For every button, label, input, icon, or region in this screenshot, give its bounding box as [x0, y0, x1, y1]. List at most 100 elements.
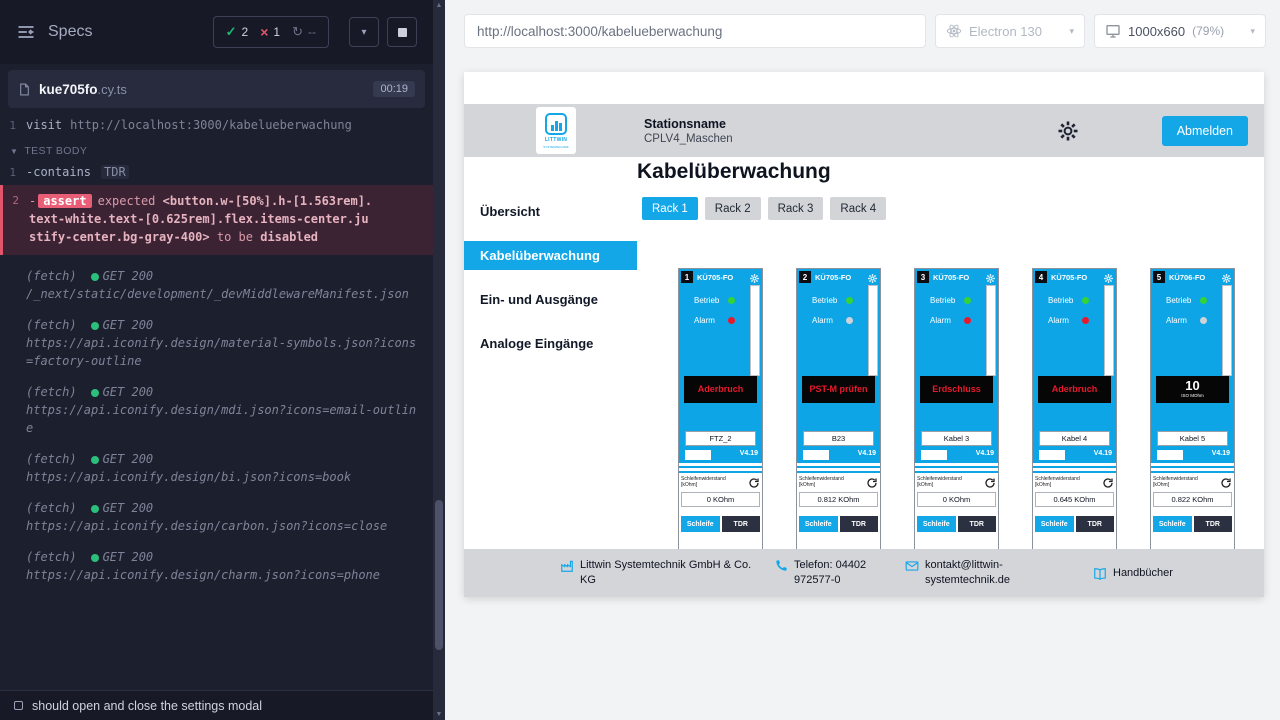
failed-assert-command[interactable]: 2 -assertexpected <button.w-[50%].h-[1.5… — [0, 185, 433, 255]
sidebar-item[interactable]: Analoge Eingänge — [464, 329, 637, 358]
fetch-log-entry[interactable]: (fetch) GET 200 https://api.iconify.desi… — [0, 548, 433, 585]
spec-file-icon — [18, 82, 31, 97]
device-cards-row: 1 KÜ705-FO — [678, 268, 1264, 578]
scroll-down-icon[interactable]: ▼ — [433, 711, 445, 718]
scroll-up-icon[interactable]: ▲ — [433, 2, 445, 9]
indicator-box — [803, 450, 829, 460]
schleife-button[interactable]: Schleife — [917, 516, 956, 532]
specs-title: Specs — [48, 23, 92, 41]
cable-name: Kabel 3 — [921, 431, 992, 446]
betrieb-led — [1082, 297, 1089, 304]
app-sidebar: Übersicht Kabelüberwachung Ein- und Ausg… — [464, 157, 637, 597]
schleife-button[interactable]: Schleife — [1153, 516, 1192, 532]
panel-scrollbar[interactable]: ▲ ▼ — [433, 0, 445, 720]
indicator-box — [1157, 450, 1183, 460]
settings-gear-icon[interactable] — [1056, 119, 1080, 143]
cable-name: B23 — [803, 431, 874, 446]
fetch-status: GET 200 — [103, 268, 154, 285]
fetch-url: https://api.iconify.design/bi.json?icons… — [26, 470, 351, 484]
rack-tab[interactable]: Rack 4 — [830, 197, 886, 220]
device-model: KÜ705-FO — [933, 273, 969, 282]
alarm-led — [1082, 317, 1089, 324]
scrollbar-thumb[interactable] — [435, 500, 443, 650]
fetch-log-entry[interactable]: (fetch) GET 200 https://api.iconify.desi… — [0, 383, 433, 438]
gear-icon[interactable] — [867, 271, 878, 282]
fetch-log-entry[interactable]: (fetch) GET 200 https://api.iconify.desi… — [0, 499, 433, 536]
fetch-label: (fetch) — [26, 384, 77, 401]
status-message-box: Aderbruch — [684, 376, 757, 403]
schleife-button[interactable]: Schleife — [799, 516, 838, 532]
sidebar-item[interactable]: Ein- und Ausgänge — [464, 285, 637, 314]
visit-command[interactable]: 1 visithttp://localhost:3000/kabelueberw… — [0, 116, 433, 135]
x-icon: × — [260, 24, 268, 40]
test-body-label: TEST BODY — [24, 145, 87, 157]
device-model: KÜ705-FO — [1051, 273, 1087, 282]
email-icon — [905, 559, 919, 573]
refresh-icon[interactable] — [866, 476, 878, 488]
tdr-button[interactable]: TDR — [1076, 516, 1115, 532]
cable-strip — [750, 285, 760, 376]
viewport-size: 1000x660 — [1128, 24, 1185, 39]
spec-bar[interactable]: kue705fo.cy.ts 00:19 — [8, 70, 425, 108]
visit-label: visit — [26, 118, 62, 132]
rack-tab[interactable]: Rack 3 — [768, 197, 824, 220]
viewport-select[interactable]: 1000x660 (79%) ▾ — [1094, 14, 1266, 48]
fetch-label: (fetch) — [26, 268, 77, 285]
indicator-box — [685, 450, 711, 460]
status-message: Erdschluss — [932, 385, 981, 394]
stat-failed: ×1 — [260, 24, 280, 40]
tdr-button[interactable]: TDR — [840, 516, 879, 532]
status-message: PST-M prüfen — [810, 385, 868, 394]
gear-icon[interactable] — [985, 271, 996, 282]
test-body-header[interactable]: ▼ TEST BODY — [0, 135, 433, 163]
device-card: 3 KÜ705-FO — [914, 268, 999, 578]
gear-icon[interactable] — [1103, 271, 1114, 282]
footer-phone: Telefon: 04402 972577-0 — [774, 558, 889, 588]
refresh-icon[interactable] — [984, 476, 996, 488]
footer-manuals[interactable]: Handbücher — [1093, 566, 1173, 581]
line-number: 1 — [0, 164, 26, 181]
spec-duration: 00:19 — [373, 81, 415, 97]
tdr-button[interactable]: TDR — [1194, 516, 1233, 532]
status-message-sub: ISO MOhm — [1181, 392, 1204, 399]
gear-icon[interactable] — [749, 271, 760, 282]
tdr-button[interactable]: TDR — [722, 516, 761, 532]
gear-icon[interactable] — [1221, 271, 1232, 282]
alarm-led — [964, 317, 971, 324]
viewport-icon — [1105, 23, 1121, 39]
specs-menu-icon[interactable] — [16, 22, 36, 42]
refresh-icon[interactable] — [1220, 476, 1232, 488]
fetch-log-entry[interactable]: (fetch) GET 200 /_next/static/developmen… — [0, 267, 433, 304]
betrieb-label: Betrieb — [694, 296, 728, 305]
collapse-button[interactable]: ▾ — [349, 17, 379, 47]
tdr-button[interactable]: TDR — [958, 516, 997, 532]
company-name: Littwin Systemtechnik GmbH & Co. KG — [580, 558, 758, 588]
alarm-label: Alarm — [694, 316, 728, 325]
fetch-log-entry[interactable]: (fetch) GET 200 https://api.iconify.desi… — [0, 316, 433, 371]
refresh-icon[interactable] — [1102, 476, 1114, 488]
rack-tab[interactable]: Rack 2 — [705, 197, 761, 220]
fetch-label: (fetch) — [26, 451, 77, 468]
current-test-bar[interactable]: should open and close the settings modal — [0, 690, 433, 720]
schleife-button[interactable]: Schleife — [1035, 516, 1074, 532]
firmware-version: V4.19 — [1094, 450, 1112, 457]
fetch-log-entry[interactable]: (fetch) GET 200 https://api.iconify.desi… — [0, 450, 433, 487]
betrieb-led — [728, 297, 735, 304]
stat-passed: ✓2 — [226, 24, 249, 40]
schleife-button[interactable]: Schleife — [681, 516, 720, 532]
sidebar-item[interactable]: Kabelüberwachung — [464, 241, 637, 270]
resistance-value: 0.822 KOhm — [1153, 492, 1232, 507]
divider — [1151, 468, 1234, 471]
refresh-icon[interactable] — [748, 476, 760, 488]
status-ok-dot — [91, 322, 99, 330]
cable-name: Kabel 5 — [1157, 431, 1228, 446]
status-message: Aderbruch — [1052, 385, 1098, 394]
stop-button[interactable] — [387, 17, 417, 47]
contains-command[interactable]: 1 -containsTDR — [0, 163, 433, 182]
url-input[interactable] — [464, 14, 926, 48]
sidebar-item[interactable]: Übersicht — [464, 197, 637, 226]
fetch-label: (fetch) — [26, 500, 77, 517]
browser-select[interactable]: Electron 130 ▾ — [935, 14, 1085, 48]
rack-tab[interactable]: Rack 1 — [642, 197, 698, 220]
logout-button[interactable]: Abmelden — [1162, 116, 1248, 146]
